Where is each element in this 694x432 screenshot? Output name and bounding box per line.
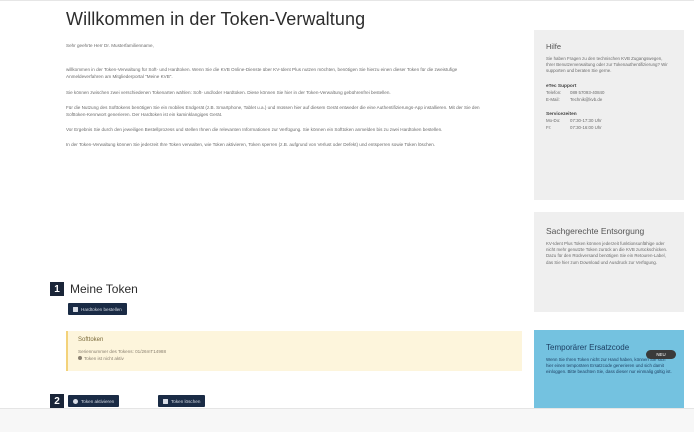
intro-paragraph-2: Sie können zwischen zwei verschiedenen T… xyxy=(66,89,391,95)
bottom-bar xyxy=(0,408,694,432)
greeting-text: Sehr geehrte Herr Dr. Musterfamilienname… xyxy=(66,43,154,48)
hours-day: Fr: xyxy=(546,124,552,130)
support-phone: Telefon: 089 57093-40840 xyxy=(534,89,684,96)
step-number-badge: 1 xyxy=(50,282,64,296)
phone-label: Telefon: xyxy=(546,89,562,95)
top-divider xyxy=(0,0,694,1)
support-email: E-Mail: Technik@kvb.de xyxy=(534,96,684,103)
intro-paragraph-1: willkommen in der Token-Verwaltung für S… xyxy=(66,67,458,80)
email-link[interactable]: Technik@kvb.de xyxy=(570,97,602,102)
step-number-badge-2: 2 xyxy=(50,394,64,408)
trash-icon xyxy=(163,398,168,404)
phone-number[interactable]: 089 57093-40840 xyxy=(570,90,604,95)
softtoken-status: Token ist nicht aktiv xyxy=(78,356,124,361)
email-label: E-Mail: xyxy=(546,96,560,102)
order-hardtoken-label: Hardtoken bestellen xyxy=(81,306,122,312)
softtoken-card: Softtoken Seriennummer des Tokens: 01/26… xyxy=(66,331,522,371)
help-panel: Hilfe Sie haben Fragen zu den technische… xyxy=(534,30,684,200)
my-tokens-heading: 1 Meine Token xyxy=(50,282,138,296)
disposal-text: KV-Ident Plus Token können jederzeit fun… xyxy=(546,241,668,265)
activate-token-label: Token aktivieren xyxy=(81,398,115,404)
section-title: Meine Token xyxy=(70,282,138,296)
intro-paragraph-3: Für die Nutzung des Softtokens benötigen… xyxy=(66,104,480,118)
cart-icon xyxy=(73,306,78,312)
temp-code-title: Temporärer Ersatzcode xyxy=(546,343,630,352)
new-badge: NEU xyxy=(646,350,676,359)
page-title: Willkommen in der Token-Verwaltung xyxy=(66,9,366,29)
hours-heading: Servicezeiten xyxy=(546,111,577,117)
softtoken-title: Softtoken xyxy=(78,337,104,343)
hours-row: Fr: 07:30-16:00 Uhr xyxy=(534,124,684,131)
support-heading: eTec Support xyxy=(546,83,577,89)
help-text: Sie haben Fragen zu den technischen KVB … xyxy=(546,56,668,74)
hours-day: Mo-Do: xyxy=(546,117,561,123)
help-title: Hilfe xyxy=(546,42,562,51)
delete-token-label: Token löschen xyxy=(171,398,201,404)
hours-time: 07:30-16:00 Uhr xyxy=(570,124,602,130)
info-icon xyxy=(78,356,82,360)
intro-paragraph-5: In der Token-Verwaltung können Sie jeder… xyxy=(66,142,436,148)
token-actions: 2 xyxy=(50,394,64,408)
activate-token-button[interactable]: Token aktivieren xyxy=(68,395,120,407)
disposal-title: Sachgerechte Entsorgung xyxy=(546,226,645,236)
softtoken-serial: Seriennummer des Tokens: 01/26mT14988 xyxy=(78,349,167,354)
delete-token-button[interactable]: Token löschen xyxy=(158,395,206,407)
hours-row: Mo-Do: 07:30-17:30 Uhr xyxy=(534,117,684,124)
power-icon xyxy=(73,398,78,404)
temp-code-panel[interactable]: Temporärer Ersatzcode NEU Wenn Sie Ihren… xyxy=(534,330,684,408)
main-content: Willkommen in der Token-Verwaltung Sehr … xyxy=(66,8,486,149)
softtoken-status-label: Token ist nicht aktiv xyxy=(84,356,124,361)
order-hardtoken-button[interactable]: Hardtoken bestellen xyxy=(68,303,127,315)
intro-paragraph-4: Vor Ergebnis Sie durch den jeweiligen Be… xyxy=(66,127,443,133)
hours-time: 07:30-17:30 Uhr xyxy=(570,117,602,123)
disposal-panel: Sachgerechte Entsorgung KV-Ident Plus To… xyxy=(534,212,684,312)
